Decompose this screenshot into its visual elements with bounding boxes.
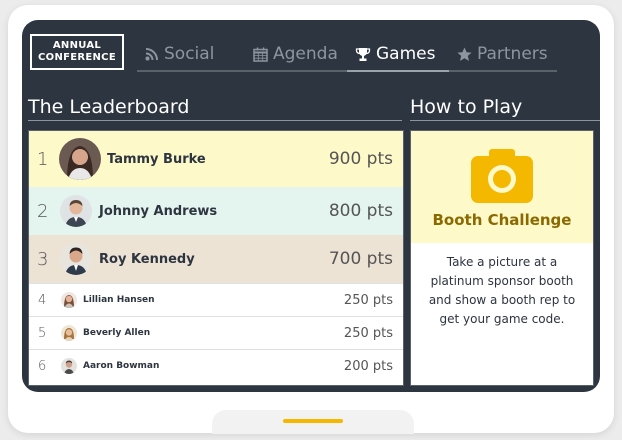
app-screen: ANNUAL CONFERENCE Social Agenda Games Pa… [22, 20, 600, 392]
rank-number: 1 [37, 148, 49, 170]
player-points: 200 pts [343, 358, 393, 374]
calendar-icon [253, 47, 268, 62]
avatar [60, 195, 92, 227]
main-nav: Social Agenda Games Partners [137, 38, 557, 74]
tab-social[interactable]: Social [137, 38, 245, 72]
camera-icon [471, 147, 533, 207]
avatar [60, 243, 92, 275]
avatar [61, 292, 77, 308]
tab-partners[interactable]: Partners [449, 38, 557, 72]
leaderboard-row-4[interactable]: 4 Lillian Hansen 250 pts [29, 283, 403, 316]
leaderboard-row-3[interactable]: 3 Roy Kennedy 700 pts [29, 235, 403, 283]
player-name: Lillian Hansen [83, 295, 155, 305]
rank-number: 6 [38, 358, 47, 374]
player-name: Roy Kennedy [99, 251, 195, 267]
how-to-play-title: How to Play [410, 96, 523, 118]
logo-line-2: CONFERENCE [38, 52, 116, 63]
avatar [61, 358, 77, 374]
leaderboard-row-5[interactable]: 5 Beverly Allen 250 pts [29, 316, 403, 349]
tab-partners-label: Partners [477, 44, 548, 64]
logo-line-1: ANNUAL [52, 40, 102, 51]
tab-agenda-label: Agenda [273, 44, 338, 64]
conference-logo[interactable]: ANNUAL CONFERENCE [30, 34, 124, 70]
tab-games-label: Games [376, 44, 436, 64]
tab-games[interactable]: Games [347, 38, 449, 72]
star-icon [457, 47, 472, 62]
challenge-description: Take a picture at a platinum sponsor boo… [428, 255, 576, 326]
challenge-header: Booth Challenge [411, 131, 593, 243]
challenge-title: Booth Challenge [432, 211, 572, 229]
player-points: 250 pts [343, 325, 393, 341]
leaderboard-row-2[interactable]: 2 Johnny Andrews 800 pts [29, 187, 403, 235]
player-name: Tammy Burke [107, 151, 206, 167]
rank-number: 2 [37, 200, 49, 222]
home-indicator[interactable] [283, 419, 343, 423]
leaderboard-divider [28, 120, 402, 121]
rank-number: 4 [38, 292, 47, 308]
player-name: Johnny Andrews [99, 203, 218, 219]
rank-number: 3 [37, 248, 49, 270]
how-to-play-card: Booth Challenge Take a picture at a plat… [410, 130, 594, 386]
leaderboard-title: The Leaderboard [28, 96, 190, 118]
player-points: 700 pts [328, 249, 393, 269]
leaderboard-table: 1 Tammy Burke 900 pts 2 Johnny Andrews 8… [28, 130, 404, 386]
rss-icon [145, 47, 159, 61]
tab-agenda[interactable]: Agenda [245, 38, 347, 72]
trophy-icon [355, 47, 371, 62]
player-name: Beverly Allen [83, 328, 151, 338]
rank-number: 5 [38, 325, 47, 341]
avatar [59, 138, 101, 180]
leaderboard-row-1[interactable]: 1 Tammy Burke 900 pts [29, 131, 403, 187]
player-points: 250 pts [343, 292, 393, 308]
player-points: 800 pts [328, 201, 393, 221]
player-name: Aaron Bowman [83, 361, 160, 371]
avatar [61, 325, 77, 341]
leaderboard-row-6[interactable]: 6 Aaron Bowman 200 pts [29, 349, 403, 382]
player-points: 900 pts [328, 149, 393, 169]
tab-social-label: Social [164, 44, 215, 64]
how-to-play-divider [410, 120, 600, 121]
